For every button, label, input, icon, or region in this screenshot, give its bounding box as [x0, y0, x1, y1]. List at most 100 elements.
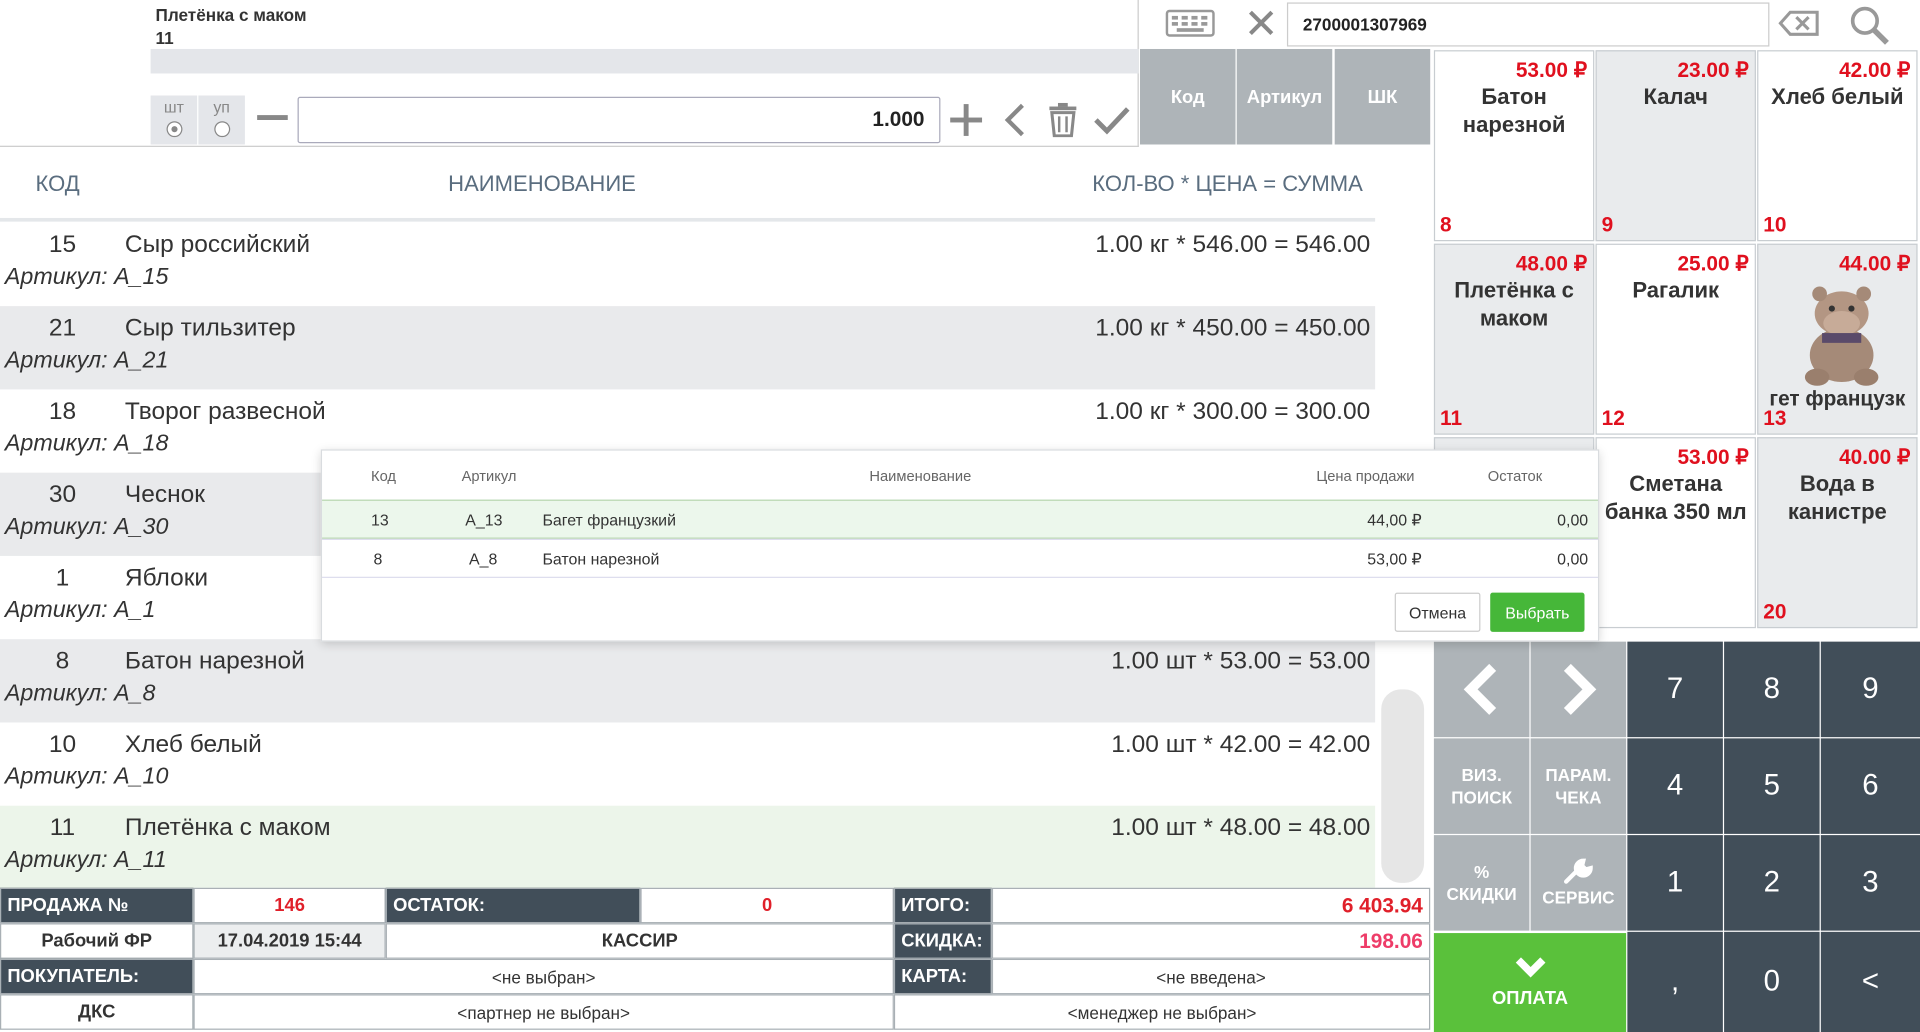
row-name: Хлеб белый — [124, 731, 262, 758]
table-row-selected[interactable]: 11 Плетёнка с маком 1.00 шт * 48.00 = 48… — [0, 805, 1376, 889]
total-value: 6 403.94 — [991, 887, 1431, 924]
key-backspace[interactable]: < — [1820, 931, 1920, 1032]
row-sum: 1.00 шт * 53.00 = 53.00 — [1111, 647, 1371, 675]
product-tile[interactable]: 44.00 ₽ гет французк 13 — [1757, 243, 1918, 435]
unit-radio-pack[interactable] — [213, 121, 230, 138]
row-sum: 1.00 шт * 48.00 = 48.00 — [1111, 814, 1371, 842]
percent-icon: % — [1474, 862, 1490, 882]
row-name: Яблоки — [124, 564, 209, 592]
modal-header-article: Артикул — [461, 467, 517, 485]
discounts-label: СКИДКИ — [1446, 884, 1517, 904]
key-6[interactable]: 6 — [1820, 738, 1920, 834]
key-0[interactable]: 0 — [1724, 931, 1820, 1032]
unit-label: уп — [213, 97, 230, 117]
unit-radio-pcs[interactable] — [165, 121, 182, 138]
plus-icon[interactable] — [947, 100, 986, 139]
chevron-down-icon — [1515, 957, 1545, 978]
row-name: Батон нарезной — [124, 647, 305, 675]
tile-price: 53.00 ₽ — [1515, 58, 1587, 83]
pay-button[interactable]: ОПЛАТА — [1433, 933, 1627, 1032]
key-1[interactable]: 1 — [1627, 835, 1723, 931]
key-7[interactable]: 7 — [1627, 641, 1723, 738]
tile-name: Хлеб белый — [1771, 84, 1904, 109]
tile-number: 12 — [1601, 406, 1625, 430]
tile-number: 10 — [1763, 213, 1787, 237]
tile-price: 42.00 ₽ — [1839, 58, 1911, 83]
tile-number: 20 — [1763, 600, 1787, 624]
product-tile[interactable]: 23.00 ₽ Калач 9 — [1595, 50, 1756, 242]
row-code: 18 — [48, 397, 77, 425]
tile-number: 13 — [1763, 406, 1787, 430]
prev-page-button[interactable] — [1433, 641, 1530, 738]
card-label: КАРТА: — [893, 958, 992, 995]
product-tile[interactable]: 53.00 ₽ Сметана банка 350 мл — [1595, 437, 1756, 629]
card-value[interactable]: <не введена> — [991, 958, 1431, 995]
wrench-icon — [1563, 858, 1593, 884]
key-5[interactable]: 5 — [1724, 738, 1820, 834]
buyer-value[interactable]: <не выбран> — [193, 958, 894, 995]
key-4[interactable]: 4 — [1627, 738, 1723, 834]
hippo-toy-image — [1804, 286, 1879, 386]
search-input[interactable]: 2700001307969 — [1286, 2, 1770, 47]
key-3[interactable]: 3 — [1820, 835, 1920, 931]
trash-icon[interactable] — [1043, 100, 1082, 139]
modal-row[interactable]: 8 А_8 Батон нарезной 53,00 ₽ 0,00 — [322, 538, 1598, 578]
visual-search-button[interactable]: ВИЗ. ПОИСК — [1433, 738, 1530, 834]
unit-option-pcs[interactable]: шт — [150, 95, 198, 145]
unit-option-pack[interactable]: уп — [198, 95, 245, 145]
product-tile[interactable]: 48.00 ₽ Плетёнка с маком 11 — [1433, 243, 1595, 435]
modal-row-stock: 0,00 — [1557, 549, 1589, 569]
modal-row-code: 8 — [373, 549, 383, 569]
table-row[interactable]: 10 Хлеб белый 1.00 шт * 42.00 = 42.00 Ар… — [0, 722, 1375, 805]
backspace-icon[interactable] — [1778, 10, 1820, 37]
receipt-params-button[interactable]: ПАРАМ. ЧЕКА — [1530, 738, 1627, 834]
row-code: 15 — [48, 231, 77, 259]
modal-row-selected[interactable]: 13 А_13 Багет французкий 44,00 ₽ 0,00 — [322, 499, 1598, 539]
modal-header-name: Наименование — [869, 467, 972, 485]
quantity-input[interactable]: 1.000 — [297, 96, 941, 144]
keyboard-icon[interactable] — [1165, 9, 1215, 37]
fiscal-registrar[interactable]: Рабочий ФР — [0, 923, 194, 959]
visual-search-label: ВИЗ. ПОИСК — [1451, 765, 1513, 807]
search-icon[interactable] — [1849, 5, 1891, 47]
row-code: 11 — [49, 814, 76, 842]
search-by-barcode-tab[interactable]: ШК — [1334, 48, 1431, 145]
key-2[interactable]: 2 — [1724, 835, 1820, 931]
search-by-code-tab[interactable]: Код — [1140, 48, 1236, 145]
table-row[interactable]: 15 Сыр российский 1.00 кг * 546.00 = 546… — [0, 223, 1375, 306]
table-row[interactable]: 8 Батон нарезной 1.00 шт * 53.00 = 53.00… — [0, 639, 1376, 723]
modal-row-article: А_13 — [465, 510, 503, 529]
row-code: 10 — [48, 731, 77, 758]
service-button[interactable]: СЕРВИС — [1530, 835, 1627, 931]
discounts-button[interactable]: % СКИДКИ — [1433, 835, 1530, 931]
check-icon[interactable] — [1092, 100, 1131, 139]
row-name: Плетёнка с маком — [124, 814, 331, 842]
select-button[interactable]: Выбрать — [1490, 592, 1585, 632]
key-8[interactable]: 8 — [1724, 641, 1820, 738]
cancel-button[interactable]: Отмена — [1394, 592, 1481, 632]
decrease-quantity-button[interactable] — [257, 115, 288, 121]
unit-label: шт — [163, 97, 184, 117]
manager-value[interactable]: <менеджер не выбран> — [893, 994, 1431, 1030]
tile-name: Плетёнка с маком — [1454, 277, 1574, 331]
row-code: 8 — [55, 647, 70, 675]
key-9[interactable]: 9 — [1820, 641, 1920, 738]
cashier: КАССИР — [385, 923, 894, 959]
search-by-article-tab[interactable]: Артикул — [1236, 48, 1333, 145]
discount-label: СКИДКА: — [893, 923, 992, 959]
product-tile[interactable]: 40.00 ₽ Вода в канистре 20 — [1757, 437, 1918, 629]
partner-value[interactable]: <партнер не выбран> — [193, 994, 894, 1030]
table-scrollbar[interactable] — [1381, 689, 1425, 883]
receipt-params-label: ПАРАМ. ЧЕКА — [1545, 765, 1612, 807]
row-name: Сыр российский — [124, 231, 311, 259]
table-row[interactable]: 21 Сыр тильзитер 1.00 кг * 450.00 = 450.… — [0, 306, 1376, 390]
product-tile[interactable]: 25.00 ₽ Рагалик 12 — [1595, 243, 1756, 435]
modal-row-price: 44,00 ₽ — [1367, 510, 1422, 529]
column-header-name: НАИМЕНОВАНИЕ — [448, 171, 636, 196]
chevron-left-icon[interactable] — [996, 100, 1035, 139]
key-comma[interactable]: , — [1627, 931, 1723, 1032]
product-tile[interactable]: 53.00 ₽ Батон нарезной 8 — [1433, 50, 1595, 242]
clear-search-icon[interactable]: ✕ — [1239, 2, 1283, 46]
next-page-button[interactable] — [1530, 641, 1627, 738]
product-tile[interactable]: 42.00 ₽ Хлеб белый 10 — [1757, 50, 1918, 242]
